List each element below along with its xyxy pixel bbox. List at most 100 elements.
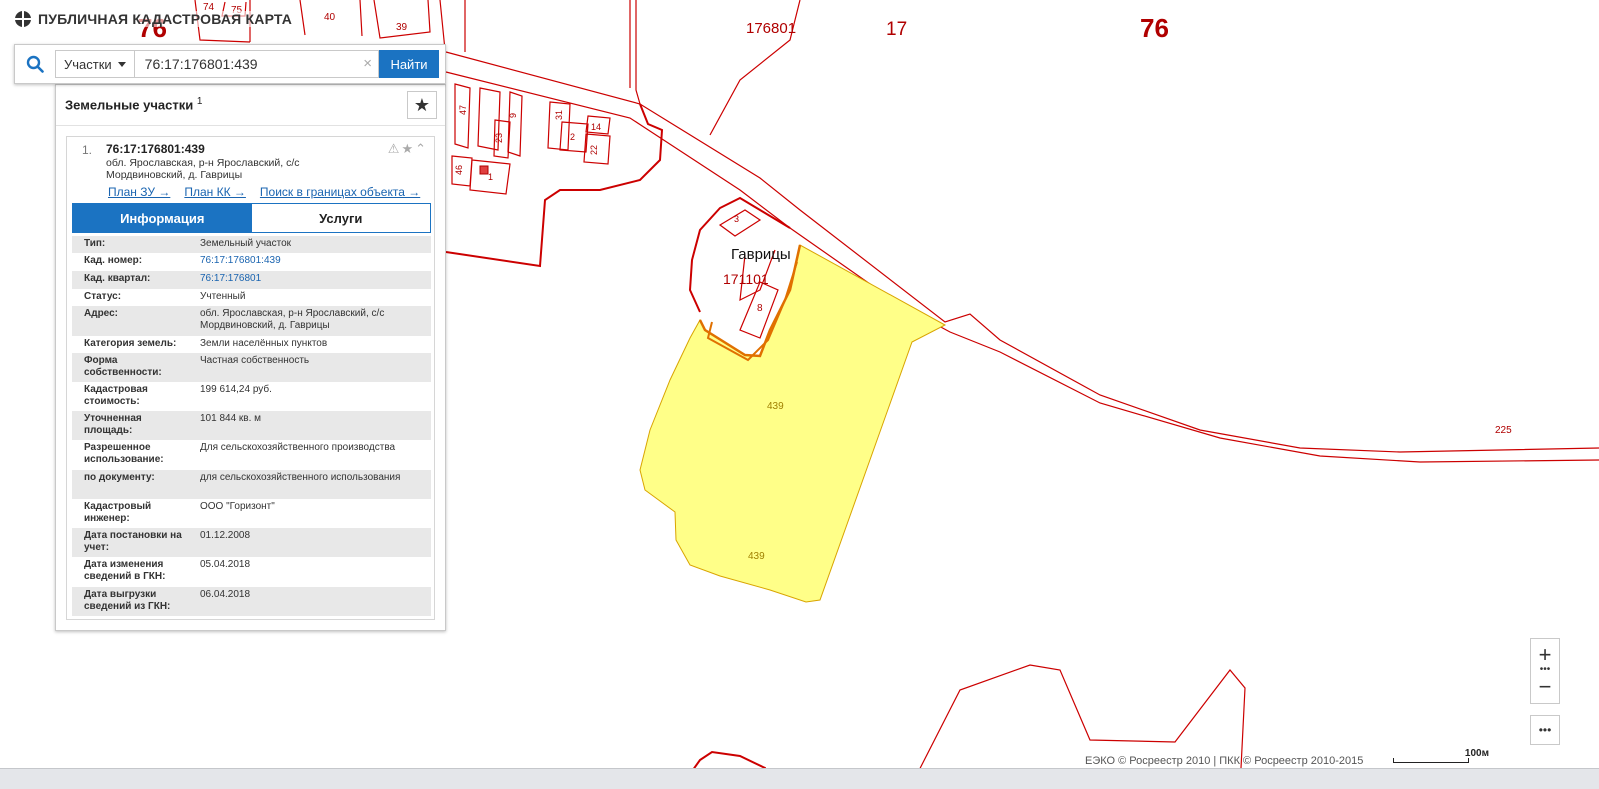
region-label: 76 (1140, 13, 1169, 43)
parcel-number: 39 (396, 22, 408, 33)
chevron-up-icon[interactable]: ⌃ (415, 141, 428, 156)
info-label: Уточненная площадь: (84, 413, 142, 436)
info-row: Кадастровый инженер: ООО "Горизонт" (72, 499, 431, 528)
info-label: Категория земель: (84, 338, 177, 349)
village-quarter-label: 171101 (723, 271, 769, 287)
info-value: обл. Ярославская, р-н Ярославский, с/с М… (200, 308, 385, 331)
info-row: Дата постановки на учет: 01.12.2008 (72, 528, 431, 557)
scale-line (1393, 758, 1469, 763)
road-boundary (445, 51, 1599, 453)
info-row: Разрешенное использование: Для сельскохо… (72, 440, 431, 470)
scale-bar: 100м (1393, 748, 1489, 763)
info-value-link[interactable]: 76:17:176801 (194, 271, 431, 289)
copyright-text: ЕЭКО © Росреестр 2010 | ПКК © Росреестр … (1085, 755, 1364, 767)
info-value: 01.12.2008 (200, 530, 251, 541)
search-type-label: Участки (64, 56, 112, 72)
app-brand[interactable]: ПУБЛИЧНАЯ КАДАСТРОВАЯ КАРТА (14, 10, 293, 28)
district-label: 17 (886, 19, 907, 40)
parcel-number: 9 (508, 113, 518, 118)
parcel-number: 31 (554, 110, 564, 120)
panel-header: Земельные участки 1 ★ (56, 85, 445, 126)
info-value-link[interactable]: 76:17:176801:439 (194, 253, 431, 271)
parcel-number: 2 (570, 132, 575, 142)
search-input-wrap: × (134, 50, 379, 78)
info-value: Для сельскохозяйственного производства (200, 442, 396, 453)
search-in-bounds-link[interactable]: Поиск в границах объекта → (260, 185, 420, 199)
tab-services[interactable]: Услуги (252, 204, 431, 232)
star-icon: ★ (413, 94, 431, 115)
parcel-number: 23 (494, 133, 504, 143)
result-count: 1 (196, 96, 203, 107)
info-label: по документу: (84, 472, 155, 483)
app-logo-icon (15, 11, 31, 27)
info-row: Тип: Земельный участок (72, 236, 431, 253)
result-links: План ЗУ → План КК → Поиск в границах объ… (108, 185, 420, 199)
info-label: Дата постановки на учет: (84, 530, 182, 553)
warning-icon[interactable]: ⚠ (388, 141, 402, 156)
search-bar: Участки × Найти (14, 44, 446, 84)
zoom-control: + ••• − (1530, 638, 1560, 704)
info-row: Кад. номер: 76:17:176801:439 (72, 253, 431, 271)
parcel-label-2: 439 (748, 551, 765, 562)
parcel-number: 14 (591, 122, 601, 132)
info-label: Кад. номер: (84, 255, 143, 266)
zoom-out-button[interactable]: − (1531, 671, 1559, 703)
info-value: Учтенный (200, 291, 246, 302)
star-icon[interactable]: ★ (401, 141, 415, 156)
info-label: Разрешенное использование: (84, 442, 164, 465)
info-value: ООО "Горизонт" (200, 501, 275, 512)
info-value: 199 614,24 руб. (200, 384, 272, 395)
info-value: Земли населённых пунктов (200, 338, 328, 349)
info-row: Кадастровая стоимость: 199 614,24 руб. (72, 382, 431, 411)
info-label: Тип: (84, 238, 106, 249)
search-type-select[interactable]: Участки (55, 50, 135, 78)
parcel-number: 3 (734, 214, 739, 224)
search-button[interactable]: Найти (379, 50, 439, 78)
info-value: Частная собственность (200, 355, 310, 366)
result-cad-number[interactable]: 76:17:176801:439 (106, 142, 205, 156)
village-name: Гаврицы (731, 246, 791, 263)
info-label: Кадастровая стоимость: (84, 384, 148, 407)
plan-kk-link[interactable]: План КК → (184, 185, 246, 199)
panel-title: Земельные участки 1 (65, 96, 202, 112)
info-value: Земельный участок (200, 238, 292, 249)
plan-zu-link[interactable]: План ЗУ → (108, 185, 170, 199)
quarter-label: 176801 (746, 20, 796, 37)
close-icon[interactable]: × (363, 56, 372, 72)
result-address: обл. Ярославская, р-н Ярославский, с/с М… (106, 157, 300, 181)
info-label: Кадастровый инженер: (84, 501, 152, 524)
road-boundary (445, 71, 1599, 463)
info-row: Форма собственности: Частная собственнос… (72, 353, 431, 382)
search-input[interactable] (134, 51, 378, 77)
favorites-button[interactable]: ★ (407, 91, 437, 119)
info-value: для сельскохозяйственного использования (200, 472, 401, 483)
info-row: Дата изменения сведений в ГКН: 05.04.201… (72, 557, 431, 587)
info-row: по документу: для сельскохозяйственного … (72, 470, 431, 499)
info-row: Статус: Учтенный (72, 289, 431, 306)
search-icon[interactable] (15, 45, 55, 83)
zoom-level-dots: ••• (1539, 664, 1551, 675)
info-row: Кад. квартал: 76:17:176801 (72, 271, 431, 289)
point-marker (479, 165, 489, 175)
chevron-down-icon (117, 61, 126, 67)
results-panel: Земельные участки 1 ★ 1. 76:17:176801:43… (55, 84, 446, 631)
parcel-439-fill (639, 244, 947, 603)
parcel-number: 40 (324, 12, 336, 23)
parcel-number: 8 (757, 303, 763, 314)
card-tabs: Информация Услуги (72, 203, 431, 233)
info-table: Тип: Земельный участок Кад. номер: 76:17… (72, 236, 431, 616)
parcel-number: 1 (488, 172, 493, 182)
result-card: 1. 76:17:176801:439 ⚠★⌃ обл. Ярославская… (66, 136, 435, 620)
card-tools: ⚠★⌃ (388, 141, 428, 157)
info-label: Статус: (84, 291, 122, 302)
info-row: Категория земель: Земли населённых пункт… (72, 336, 431, 353)
more-options-button[interactable]: ••• (1530, 715, 1560, 745)
tab-info[interactable]: Информация (73, 204, 252, 232)
parcel-boundary (629, 0, 641, 105)
info-label: Кад. квартал: (84, 273, 151, 284)
parcel-boundary (454, 83, 523, 159)
parcel-number: 47 (458, 105, 468, 115)
parcel-boundary (718, 209, 762, 237)
info-row: Адрес: обл. Ярославская, р-н Ярославский… (72, 306, 431, 336)
info-label: Дата выгрузки сведений из ГКН: (84, 589, 171, 612)
